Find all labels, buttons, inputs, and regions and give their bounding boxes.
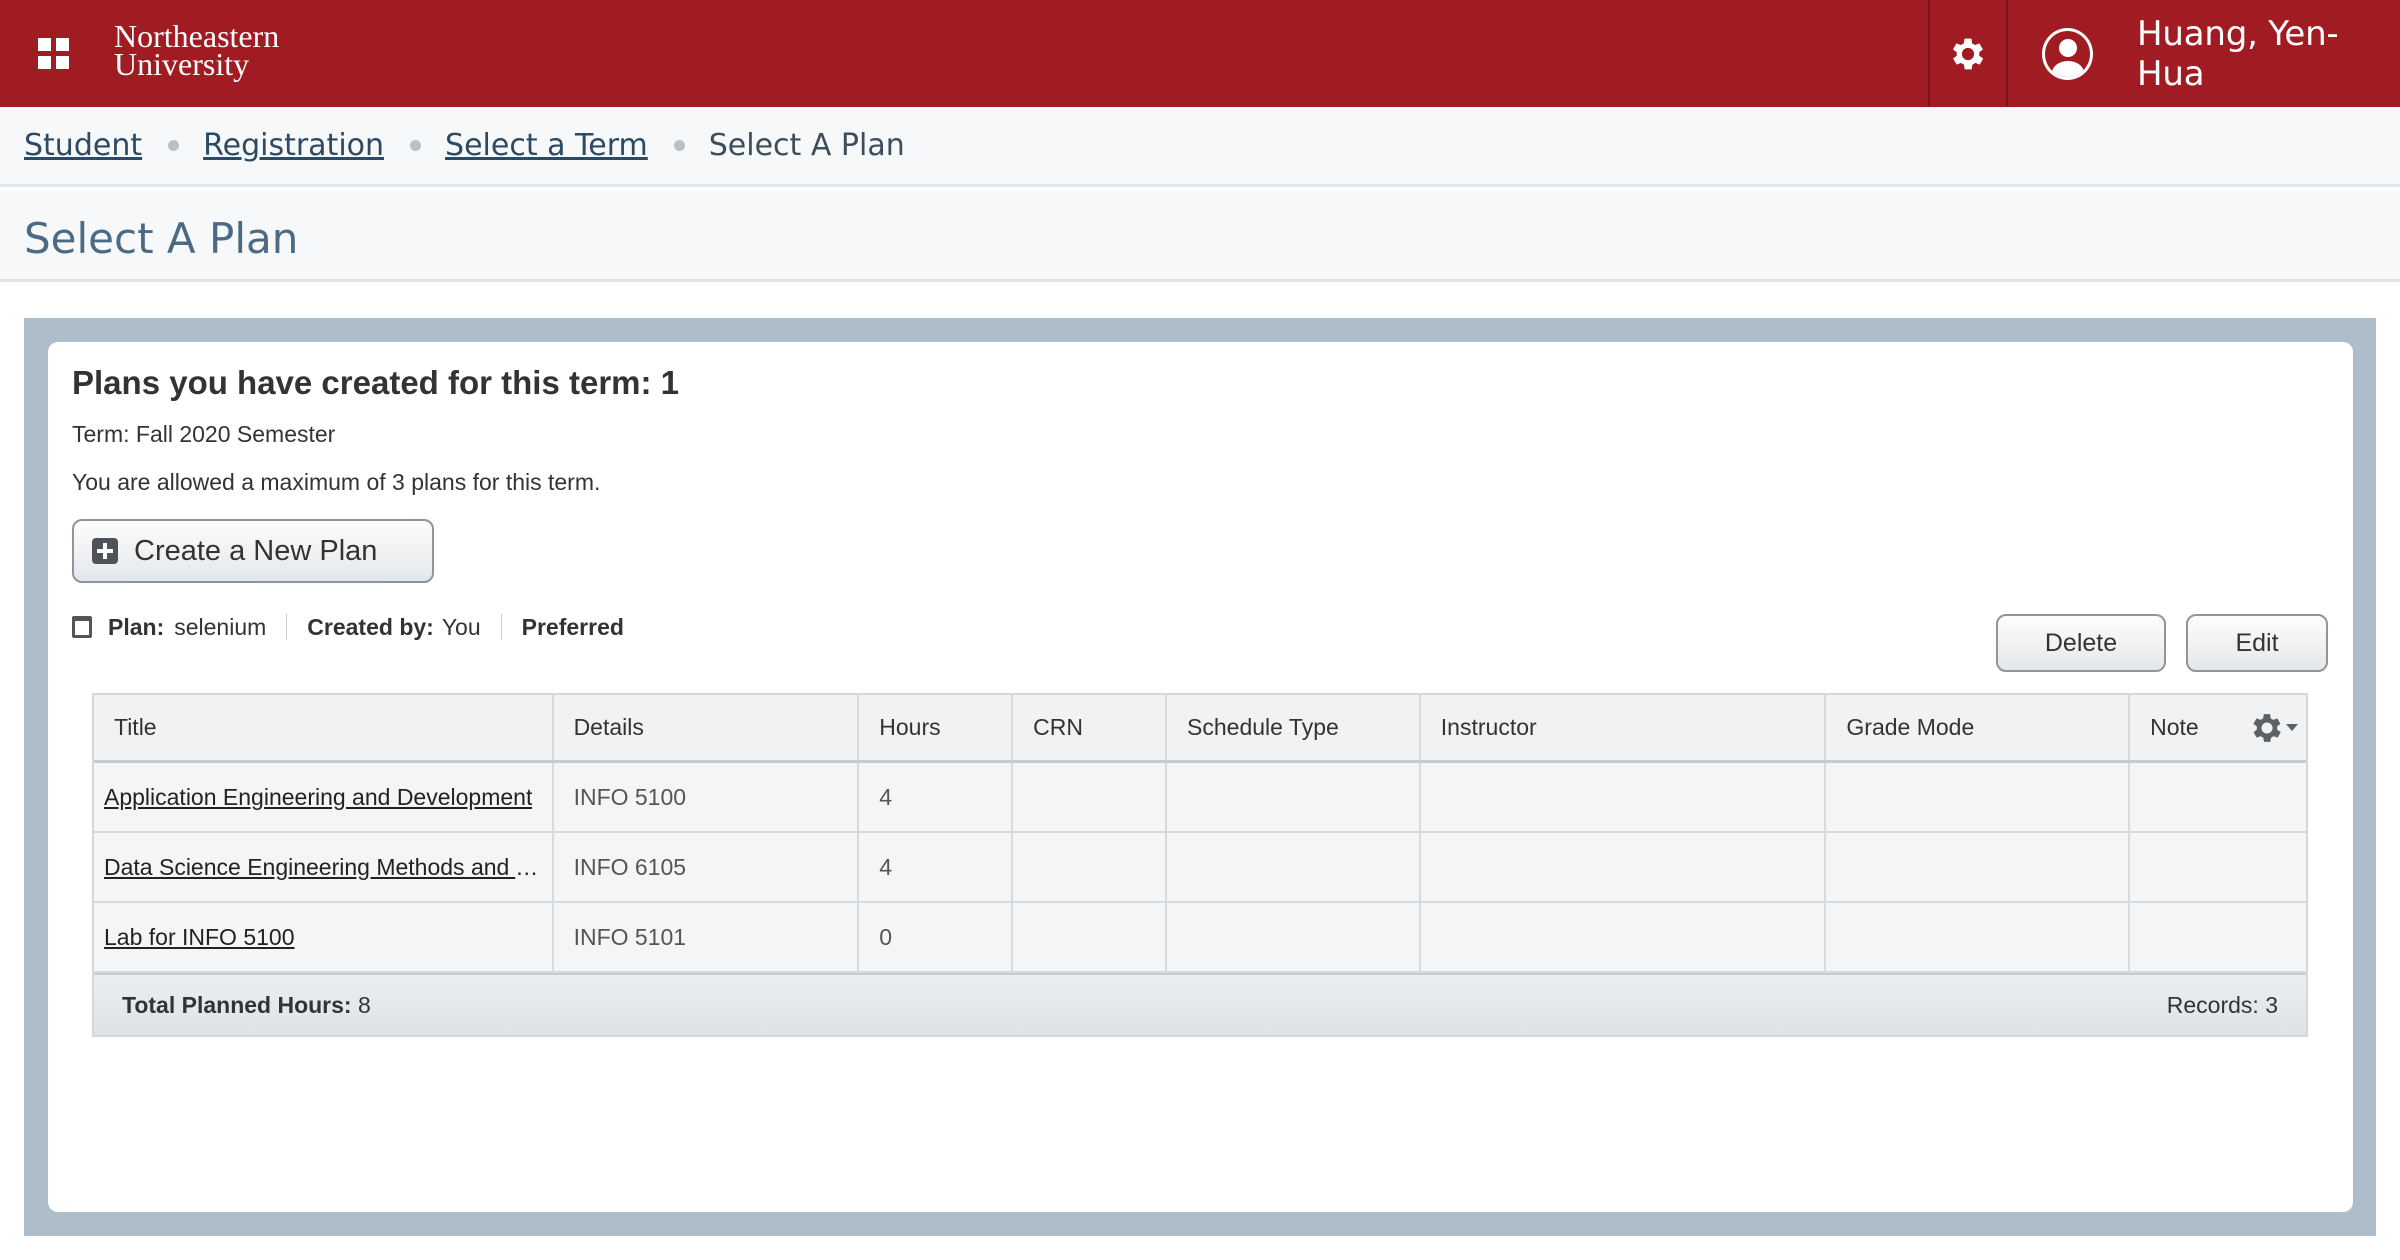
course-title-link[interactable]: Lab for INFO 5100 [104, 924, 295, 951]
cell-grade-mode [1826, 833, 2131, 901]
plan-meta: Plan: selenium Created by: You Preferred [72, 612, 624, 642]
cell-hours: 0 [859, 903, 1014, 971]
breadcrumb-separator [410, 140, 422, 151]
cell-schedule-type [1167, 833, 1421, 901]
plus-square-icon [92, 538, 118, 564]
column-header-crn[interactable]: CRN [1013, 695, 1168, 760]
column-header-details[interactable]: Details [554, 695, 860, 760]
create-plan-label: Create a New Plan [134, 534, 378, 567]
column-header-hours[interactable]: Hours [859, 695, 1014, 760]
cell-note [2130, 763, 2306, 831]
cell-details: INFO 5100 [554, 763, 860, 831]
cell-grade-mode [1826, 763, 2131, 831]
cell-grade-mode [1826, 903, 2131, 971]
apps-grid-icon[interactable] [38, 38, 72, 72]
page-title: Select A Plan [24, 214, 299, 263]
course-title-link[interactable]: Application Engineering and Development [104, 784, 532, 811]
meta-separator [500, 614, 502, 640]
meta-separator [286, 614, 288, 640]
breadcrumb-registration[interactable]: Registration [203, 128, 384, 163]
term-label: Term: Fall 2020 Semester [72, 421, 336, 447]
plan-label: Plan: [108, 613, 165, 640]
course-title-link[interactable]: Data Science Engineering Methods and Too… [104, 854, 544, 881]
user-name: Huang, Yen-Hua [2137, 13, 2339, 94]
cell-title: Lab for INFO 5100 [94, 903, 554, 971]
table-header: Title Details Hours CRN Schedule Type In… [94, 695, 2306, 763]
cell-crn [1013, 763, 1168, 831]
edit-button[interactable]: Edit [2186, 614, 2328, 672]
cell-details: INFO 6105 [554, 833, 860, 901]
cell-note [2130, 833, 2306, 901]
created-by-value: You [441, 613, 481, 640]
table-footer: Total Planned Hours: 8 Records: 3 [94, 973, 2306, 1035]
cell-hours: 4 [859, 763, 1014, 831]
total-planned-hours: Total Planned Hours: 8 [122, 992, 371, 1019]
breadcrumb-student[interactable]: Student [24, 128, 142, 163]
gear-icon [1952, 38, 1984, 69]
settings-button[interactable] [1930, 0, 2006, 107]
preferred-label: Preferred [521, 613, 624, 640]
breadcrumb-separator [168, 140, 180, 151]
total-hours-label: Total Planned Hours: [122, 991, 352, 1018]
gear-dropdown-icon[interactable] [2248, 709, 2298, 747]
cell-title: Data Science Engineering Methods and Too… [94, 833, 554, 901]
column-header-schedule-type[interactable]: Schedule Type [1167, 695, 1421, 760]
total-hours-value: 8 [357, 991, 371, 1018]
cell-schedule-type [1167, 903, 1421, 971]
cell-crn [1013, 833, 1168, 901]
max-plans-note: You are allowed a maximum of 3 plans for… [72, 469, 601, 495]
cell-details: INFO 5101 [554, 903, 860, 971]
cell-title: Application Engineering and Development [94, 763, 554, 831]
cell-instructor [1421, 903, 1827, 971]
create-new-plan-button[interactable]: Create a New Plan [72, 519, 434, 583]
cell-instructor [1421, 763, 1827, 831]
cell-crn [1013, 903, 1168, 971]
cell-note [2130, 903, 2306, 971]
page-title-bar: Select A Plan [0, 190, 2400, 282]
records-label: Records: [2166, 991, 2259, 1018]
user-avatar-icon [2042, 27, 2093, 80]
table-row: Lab for INFO 5100 INFO 5101 0 [94, 903, 2306, 973]
plan-courses-table: Title Details Hours CRN Schedule Type In… [92, 693, 2308, 1037]
breadcrumb-select-term[interactable]: Select a Term [445, 128, 648, 163]
records-count: Records: 3 [2167, 992, 2278, 1019]
plan-name: selenium [174, 613, 267, 640]
breadcrumb-current: Select A Plan [708, 128, 905, 163]
top-bar: Northeastern University Huang, Yen-Hua [0, 0, 2400, 107]
plans-heading: Plans you have created for this term: 1 [72, 364, 680, 401]
clipboard-icon [72, 616, 92, 638]
breadcrumb: Student Registration Select a Term Selec… [0, 107, 2400, 187]
cell-hours: 4 [859, 833, 1014, 901]
column-header-title[interactable]: Title [94, 695, 554, 760]
breadcrumb-separator [673, 140, 685, 151]
logo-line-2: University [114, 46, 250, 82]
user-menu[interactable]: Huang, Yen-Hua [2008, 0, 2400, 107]
cell-schedule-type [1167, 763, 1421, 831]
table-row: Application Engineering and Development … [94, 763, 2306, 833]
column-header-note-label[interactable]: Note [2150, 714, 2199, 741]
created-by-label: Created by: [307, 613, 434, 640]
university-logo[interactable]: Northeastern University [114, 20, 334, 82]
column-header-grade-mode[interactable]: Grade Mode [1826, 695, 2131, 760]
column-header-instructor[interactable]: Instructor [1421, 695, 1827, 760]
table-row: Data Science Engineering Methods and Too… [94, 833, 2306, 903]
records-value: 3 [2265, 991, 2278, 1018]
column-header-note: Note [2130, 695, 2306, 760]
cell-instructor [1421, 833, 1827, 901]
delete-button[interactable]: Delete [1996, 614, 2166, 672]
